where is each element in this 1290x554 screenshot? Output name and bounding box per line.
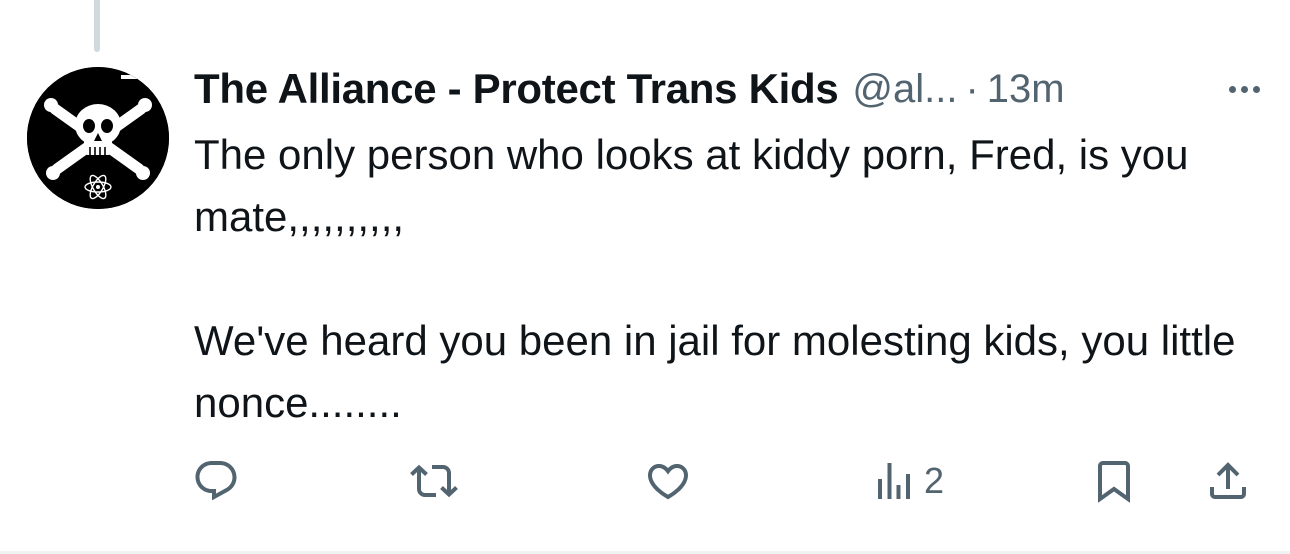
tweet-header: The Alliance - Protect Trans Kids @al...… [194,64,1260,114]
user-handle[interactable]: @al... [852,67,957,112]
display-name[interactable]: The Alliance - Protect Trans Kids [194,65,839,113]
bookmark-icon [1098,461,1130,503]
action-bar: 2 [192,456,1262,506]
views-chart-icon [878,463,910,499]
dot-1 [1229,85,1236,93]
views-count: 2 [924,460,945,501]
avatar[interactable] [27,67,169,209]
retweet-icon [410,464,458,498]
separator-dot: · [965,66,979,111]
like-button[interactable] [644,456,692,506]
skull-crossbones-icon [27,67,169,209]
reply-icon [195,461,237,501]
like-heart-icon [647,464,689,500]
dot-2 [1241,85,1248,93]
more-options-icon[interactable] [1229,72,1260,106]
views-button[interactable]: 2 [870,456,944,506]
share-icon [1210,462,1246,499]
timestamp[interactable]: 13m [987,67,1065,112]
dot-3 [1253,85,1260,93]
tweet-text: The only person who looks at kiddy porn,… [194,131,1236,426]
retweet-button[interactable] [410,456,458,506]
bookmark-button[interactable] [1090,456,1138,506]
share-button[interactable] [1204,456,1252,506]
thread-connector-line [94,0,100,52]
reply-button[interactable] [192,456,240,506]
